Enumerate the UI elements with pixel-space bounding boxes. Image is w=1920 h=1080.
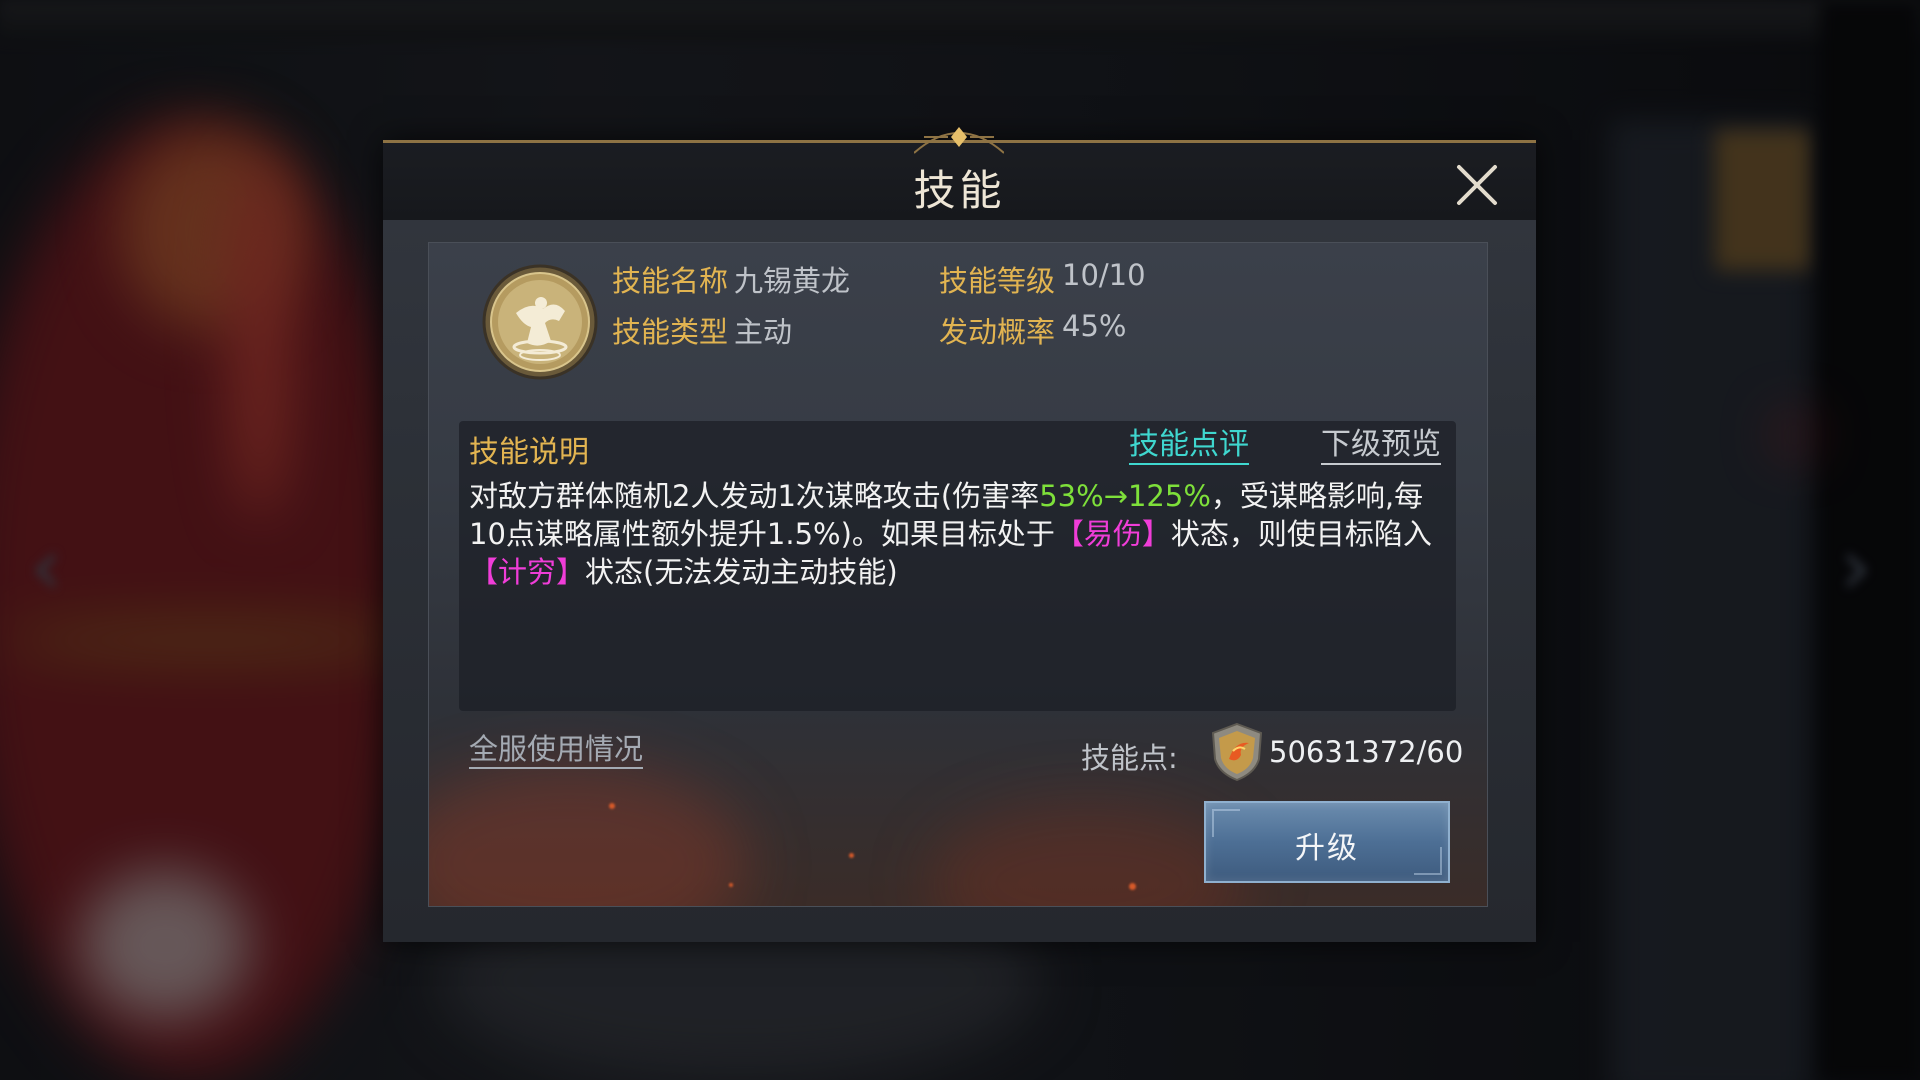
skill-name-value: 九锡黄龙 [734, 264, 851, 298]
ember-spark [1129, 883, 1136, 890]
shield-medal-icon [1211, 722, 1263, 782]
status-exhausted-highlight: 【计穷】 [469, 555, 586, 589]
skill-level-label: 技能等级 [939, 264, 1056, 298]
upgrade-button-label: 升级 [1295, 831, 1359, 866]
next-level-preview-link[interactable]: 下级预览 [1321, 427, 1441, 465]
description-part: 状态，则使目标陷入 [1170, 517, 1432, 551]
skill-emblem-icon [482, 264, 598, 380]
skill-dialog: 技能 技能名称 九锡黄龙 技能等级 10/10 技能类型 主动 发动概率 45%… [383, 127, 1536, 942]
damage-rate-highlight: 53%→125% [1039, 479, 1211, 513]
skill-name-label: 技能名称 [612, 264, 729, 298]
ember-spark [609, 803, 615, 809]
description-part: 对敌方群体随机2人发动1次谋略攻击(伤害率 [469, 479, 1040, 513]
panel-ember-glow [429, 763, 749, 906]
skill-review-link[interactable]: 技能点评 [1129, 427, 1249, 465]
status-vulnerable-highlight: 【易伤】 [1054, 517, 1171, 551]
skill-type-value: 主动 [734, 315, 793, 349]
description-text: 对敌方群体随机2人发动1次谋略攻击(伤害率53%→125%，受谋略影响,每10点… [469, 477, 1444, 591]
trigger-rate-label: 发动概率 [939, 315, 1056, 349]
skill-detail-panel: 技能名称 九锡黄龙 技能等级 10/10 技能类型 主动 发动概率 45% 技能… [428, 242, 1488, 907]
skill-points-value: 50631372/60 [1269, 735, 1464, 769]
dialog-title: 技能 [913, 166, 1006, 215]
skill-level-value: 10/10 [1062, 258, 1146, 292]
dialog-header: 技能 [383, 127, 1536, 220]
upgrade-button[interactable]: 升级 [1204, 801, 1450, 883]
description-part: 状态(无法发动主动技能) [585, 555, 898, 589]
panel-ember-glow [929, 803, 1249, 906]
description-title: 技能说明 [469, 435, 589, 470]
skill-type-label: 技能类型 [612, 315, 729, 349]
trigger-rate-value: 45% [1062, 309, 1127, 343]
ember-spark [849, 853, 854, 858]
skill-description-box: 技能说明 技能点评 下级预览 对敌方群体随机2人发动1次谋略攻击(伤害率53%→… [459, 421, 1456, 711]
server-usage-link[interactable]: 全服使用情况 [469, 731, 644, 769]
close-icon[interactable] [1455, 163, 1499, 207]
ember-spark [729, 883, 733, 887]
skill-points-label: 技能点: [1081, 741, 1178, 775]
header-ornament-icon [914, 127, 1004, 154]
